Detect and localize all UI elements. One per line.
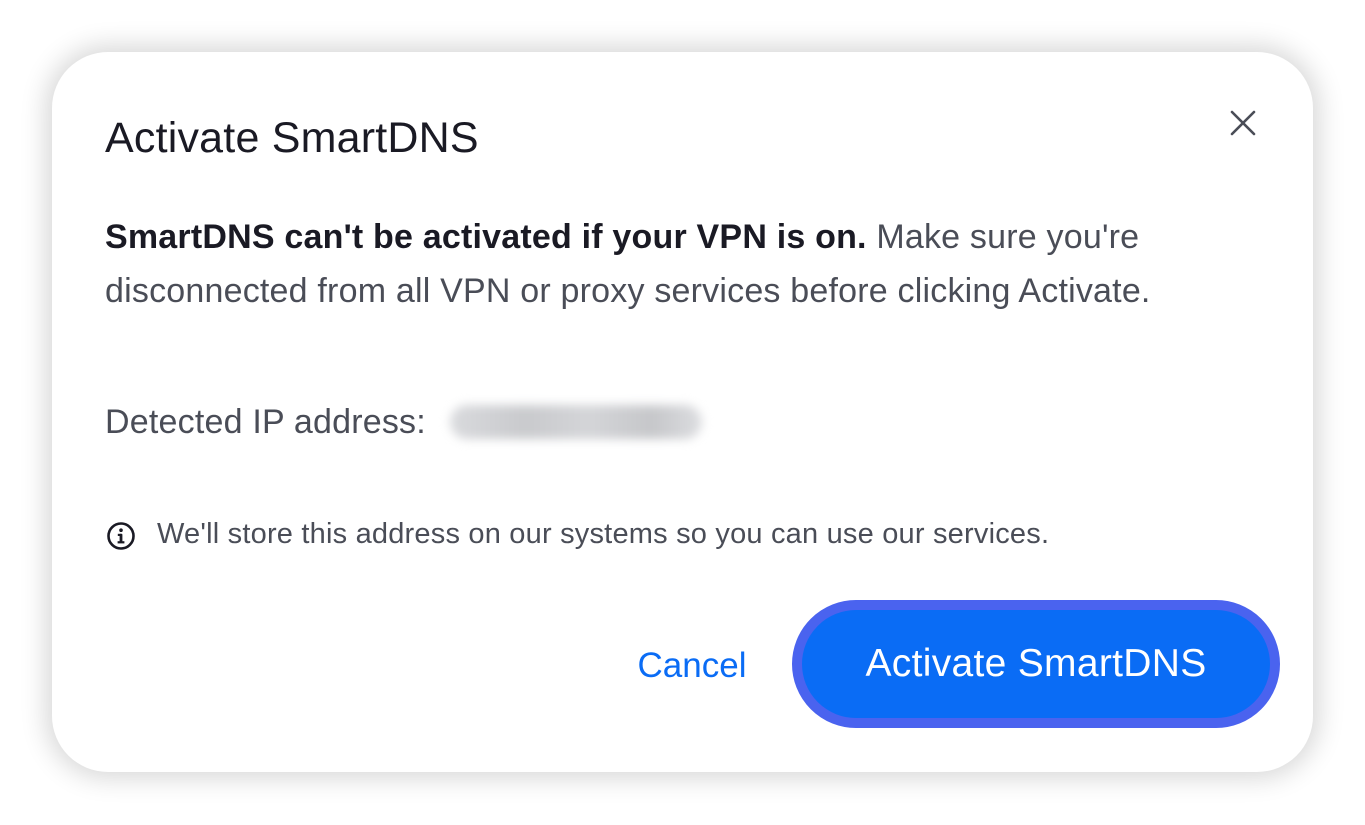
page-background: Activate SmartDNS SmartDNS can't be acti… [0,0,1365,825]
dialog-message: SmartDNS can't be activated if your VPN … [105,210,1215,318]
detected-ip-row: Detected IP address: [105,395,702,449]
message-emphasis: SmartDNS can't be activated if your VPN … [105,218,867,256]
close-button[interactable] [1224,104,1262,142]
activate-smartdns-button[interactable]: Activate SmartDNS [792,600,1280,728]
close-icon [1230,110,1256,136]
info-text: We'll store this address on our systems … [157,517,1050,550]
dialog-title: Activate SmartDNS [105,114,479,162]
ip-label: Detected IP address: [105,402,426,441]
activate-smartdns-dialog: Activate SmartDNS SmartDNS can't be acti… [52,52,1313,772]
info-note: We'll store this address on our systems … [105,514,1049,554]
ip-address-redacted [449,405,702,439]
info-icon [107,522,135,550]
cancel-button[interactable]: Cancel [627,642,757,690]
